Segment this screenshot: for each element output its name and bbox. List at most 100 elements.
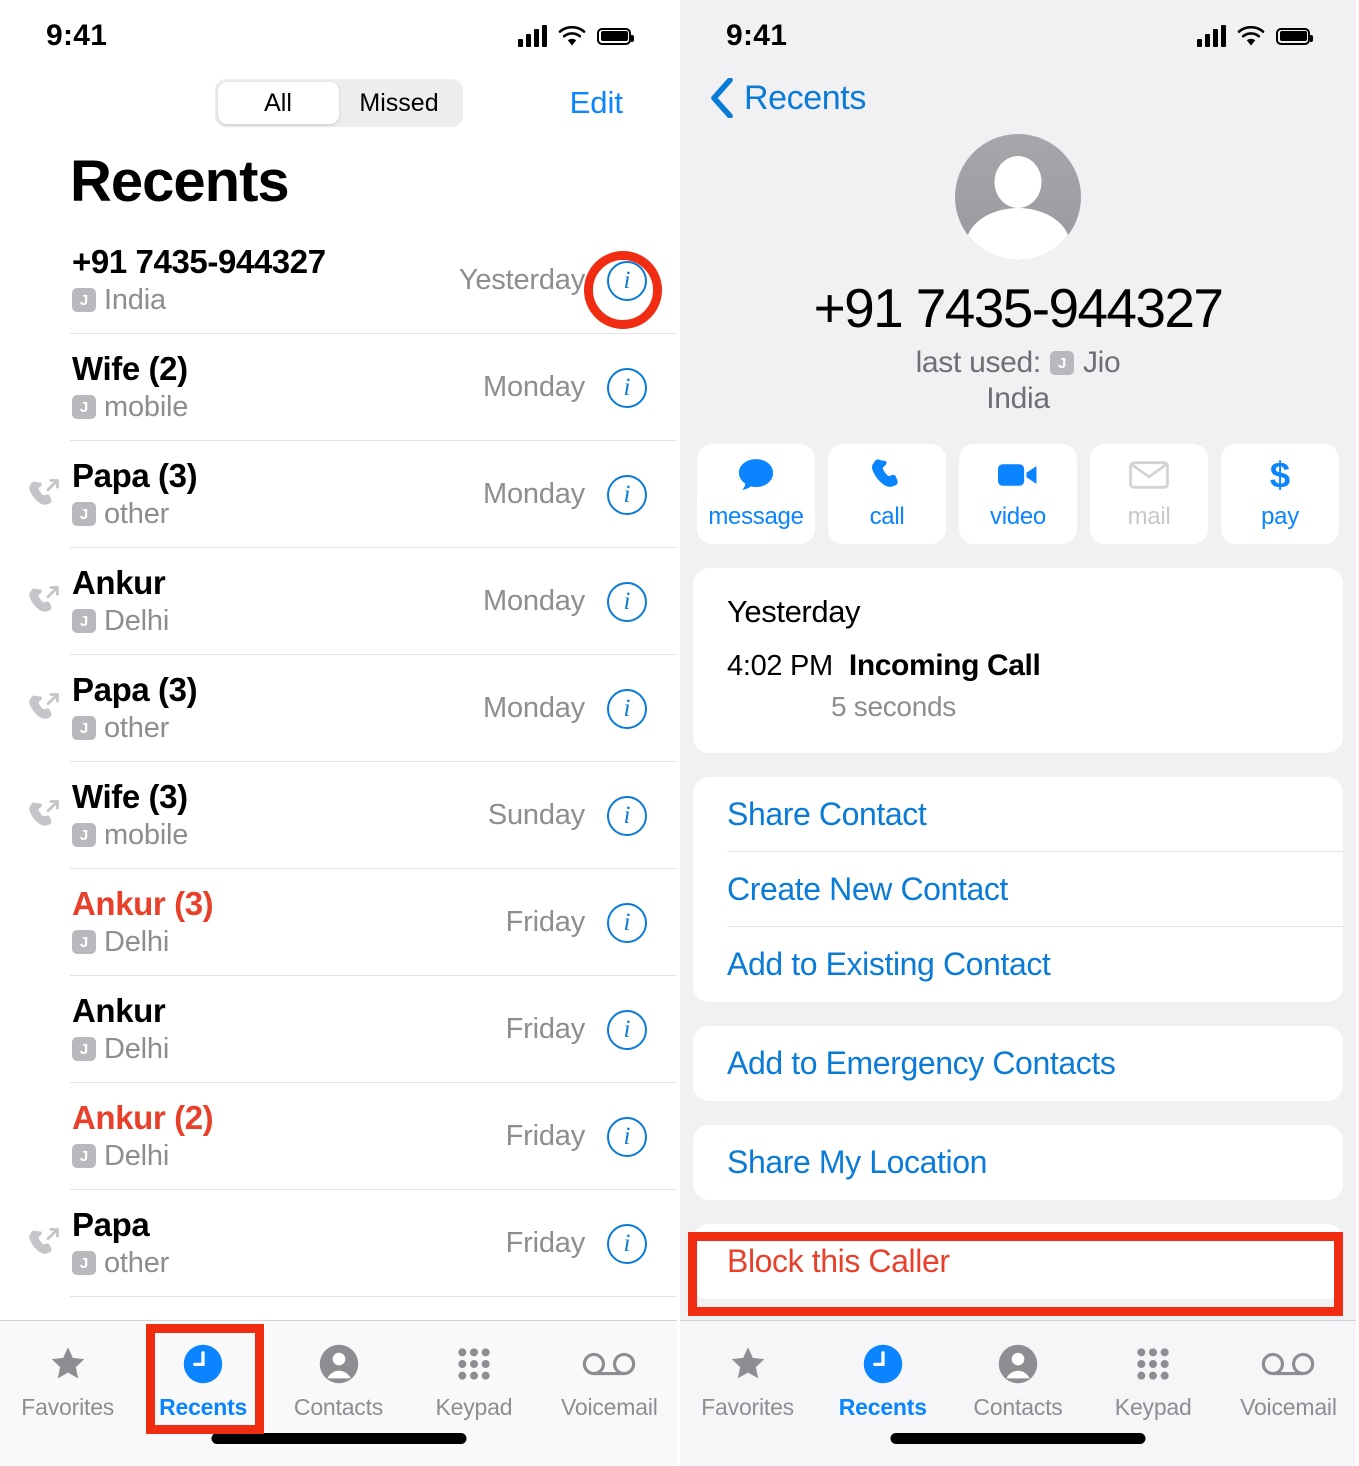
edit-button[interactable]: Edit [570,85,623,121]
call-item-subtitle: J Delhi [72,1033,506,1066]
call-list-item[interactable]: Ankur J Delhi Monday i [0,548,677,655]
call-info-button[interactable]: i [607,1116,647,1157]
call-item-text: +91 7435-944327 J India [70,243,459,317]
call-list-item[interactable]: Ankur (3) J Delhi Friday i [0,869,677,976]
call-info-button[interactable]: i [607,902,647,943]
sim-badge: J [72,716,96,741]
call-item-sub-label: Delhi [104,1032,170,1065]
menu-item[interactable]: Add to Existing Contact [693,927,1343,1002]
sidebar-item-contacts[interactable]: Contacts [271,1341,406,1421]
status-icons [1197,25,1313,47]
menu-item[interactable]: Block this Caller [693,1224,1343,1299]
video-action-button[interactable]: video [959,444,1077,544]
call-item-name: Ankur (3) [72,885,214,923]
home-indicator [890,1433,1146,1444]
back-to-recents-button[interactable]: Recents [680,72,1356,118]
call-direction-icon [26,478,70,512]
outgoing-call-icon [29,478,59,505]
sidebar-item-voicemail[interactable]: Voicemail [542,1341,677,1421]
sidebar-item-keypad[interactable]: Keypad [1086,1341,1221,1421]
call-list-item[interactable]: Papa (3) Jother Monday i [0,441,677,548]
sidebar-item-recents[interactable]: Recents [135,1341,270,1421]
call-item-name: Ankur [72,992,166,1030]
status-time: 9:41 [46,19,108,52]
call-list-item[interactable]: Ankur (2) J Delhi Friday i [0,1083,677,1190]
call-list-item[interactable]: Papa Jother Friday i [0,1190,677,1297]
call-item-name: Papa [72,1206,150,1244]
call-action-button[interactable]: call [828,444,946,544]
tab-label: Recents [838,1394,927,1420]
status-bar-right: 9:41 [680,0,1356,72]
call-item-name: Papa (3) [72,457,198,495]
call-list-item[interactable]: +91 7435-944327 J India Yesterday i [0,227,677,334]
call-info-button[interactable]: i [607,367,647,408]
sidebar-item-recents[interactable]: Recents [815,1341,950,1421]
segment-all[interactable]: All [217,82,339,124]
call-item-sub-label: India [104,283,166,316]
call-item-text: Ankur (3) J Delhi [70,885,506,959]
call-item-text: Papa (3) Jother [70,671,483,745]
menu-item[interactable]: Share Contact [693,777,1343,852]
sidebar-item-contacts[interactable]: Contacts [950,1341,1085,1421]
call-item-subtitle: Jother [72,1247,506,1280]
sidebar-item-favorites[interactable]: Favorites [680,1341,815,1421]
cellular-signal-icon [1197,25,1226,47]
recents-list-screen: 9:41 All Missed Edit Recents +91 7435-94… [0,0,680,1466]
nav-row-left: All Missed Edit [0,72,677,134]
call-info-button[interactable]: i [607,688,647,729]
avatar [955,134,1081,260]
call-item-name: Papa (3) [72,671,198,709]
mail-action-button: mail [1090,444,1208,544]
last-used-label: last used: [915,346,1042,379]
segment-missed[interactable]: Missed [339,82,460,124]
call-list-item[interactable]: Wife (3) Jmobile Sunday i [0,762,677,869]
call-item-time: Monday [483,371,585,403]
call-info-button[interactable]: i [607,1009,647,1050]
call-item-sub-label: other [104,1246,170,1279]
sidebar-item-keypad[interactable]: Keypad [406,1341,541,1421]
menu-item[interactable]: Share My Location [693,1125,1343,1200]
clock-icon [862,1341,904,1387]
home-indicator [211,1433,466,1444]
call-info-button[interactable]: i [607,1223,647,1264]
tab-label: Favorites [21,1394,115,1420]
tab-bar-right: Favorites Recents Contacts Keypad Voicem… [680,1320,1356,1466]
call-filter-segmented-control[interactable]: All Missed [214,79,463,127]
call-info-button[interactable]: i [607,795,647,836]
voicemail-icon [582,1341,636,1387]
sim-badge: J [72,930,96,955]
call-item-text: Papa Jother [70,1206,506,1280]
sim-badge: J [72,1251,96,1276]
message-action-button[interactable]: message [697,444,815,544]
history-type: Incoming Call [848,649,1041,682]
call-item-time: Monday [483,585,585,617]
call-list-item[interactable]: Ankur J Delhi Friday i [0,976,677,1083]
dual-screenshot: 9:41 All Missed Edit Recents +91 7435-94… [0,0,1359,1466]
call-item-sub-label: Delhi [104,604,170,637]
outgoing-call-icon [29,1227,59,1254]
call-item-name: Wife (3) [72,778,188,816]
back-label: Recents [744,78,866,117]
pay-action-button[interactable]: $ pay [1221,444,1339,544]
menu-item[interactable]: Add to Emergency Contacts [693,1026,1343,1101]
sidebar-item-favorites[interactable]: Favorites [0,1341,135,1421]
call-item-text: Wife (2) Jmobile [70,350,483,424]
call-item-time: Monday [483,478,585,510]
call-item-subtitle: J India [72,284,459,317]
call-info-button[interactable]: i [607,581,647,622]
history-time: 4:02 PM [727,650,833,682]
status-time: 9:41 [726,19,788,52]
phone-handset-icon [870,457,904,493]
call-info-button[interactable]: i [607,260,647,301]
sidebar-item-voicemail[interactable]: Voicemail [1221,1341,1356,1421]
call-item-subtitle: J Delhi [72,605,483,638]
call-item-name: Wife (2) [72,350,188,388]
avatar-wrap [680,134,1356,260]
call-info-button[interactable]: i [607,474,647,515]
outgoing-call-icon [29,799,59,826]
call-list-item[interactable]: Wife (2) Jmobile Monday i [0,334,677,441]
block-actions-group: Block this Caller [693,1224,1343,1299]
menu-item[interactable]: Create New Contact [693,852,1343,927]
call-direction-icon [26,1227,70,1261]
call-list-item[interactable]: Papa (3) Jother Monday i [0,655,677,762]
